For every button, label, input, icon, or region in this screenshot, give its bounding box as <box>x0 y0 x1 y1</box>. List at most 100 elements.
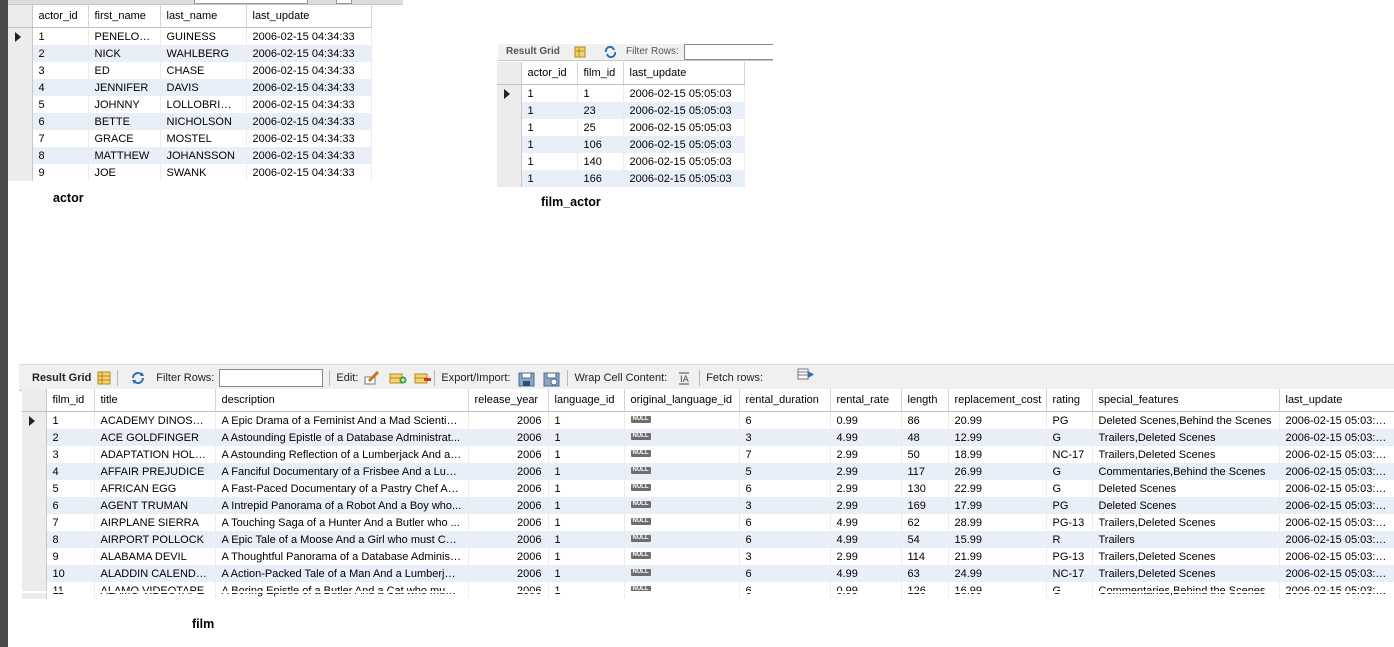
cell-rental-duration[interactable]: 6 <box>739 565 831 582</box>
cell-actor-id[interactable]: 1 <box>521 153 578 170</box>
column-header-actor-id[interactable]: actor_id <box>32 5 89 28</box>
cell-original-language-id[interactable]: NULL <box>624 480 740 497</box>
cell-release-year[interactable]: 2006 <box>468 514 549 531</box>
cell-last-update[interactable]: 2006-02-15 05:03:42 <box>1279 480 1394 497</box>
filter-rows-input-partial[interactable] <box>684 44 773 60</box>
cell-length[interactable]: 114 <box>901 548 949 565</box>
cell-film-id[interactable]: 166 <box>577 170 624 187</box>
import-icon[interactable] <box>543 371 560 386</box>
cell-original-language-id[interactable]: NULL <box>624 429 740 446</box>
table-row[interactable]: 3 ED CHASE 2006-02-15 04:34:33 <box>8 62 372 79</box>
cell-special-features[interactable]: Trailers,Deleted Scenes <box>1092 514 1280 531</box>
cell-last-update[interactable]: 2006-02-15 05:03:42 <box>1279 463 1394 480</box>
cell-last-update[interactable]: 2006-02-15 04:34:33 <box>246 79 372 96</box>
cell-language-id[interactable]: 1 <box>548 446 625 463</box>
cell-language-id[interactable]: 1 <box>548 531 625 548</box>
column-header-actor-id[interactable]: actor_id <box>521 62 578 85</box>
row-header[interactable] <box>22 548 47 565</box>
table-row[interactable]: 1 1 2006-02-15 05:05:03 <box>497 84 745 102</box>
row-header[interactable] <box>497 136 522 153</box>
cell-description[interactable]: A Fanciful Documentary of a Frisbee And … <box>215 463 469 480</box>
row-header[interactable] <box>8 113 33 130</box>
cell-original-language-id[interactable]: NULL <box>624 548 740 565</box>
column-header-first-name[interactable]: first_name <box>88 5 161 28</box>
cell-special-features[interactable]: Deleted Scenes <box>1092 497 1280 514</box>
cell-last-name[interactable]: CHASE <box>160 62 247 79</box>
refresh-icon[interactable] <box>130 371 145 385</box>
table-row[interactable]: 1 ACADEMY DINOSAUR A Epic Drama of a Femin… <box>22 411 1394 429</box>
cell-film-id[interactable]: 25 <box>577 119 624 136</box>
cell-special-features[interactable]: Deleted Scenes,Behind the Scenes <box>1092 411 1280 429</box>
row-header[interactable] <box>497 119 522 136</box>
cell-actor-id[interactable]: 1 <box>521 84 578 102</box>
cell-film-id[interactable]: 2 <box>46 429 95 446</box>
cell-language-id[interactable]: 1 <box>548 411 625 429</box>
cell-last-name[interactable]: WAHLBERG <box>160 45 247 62</box>
cell-rental-duration[interactable]: 6 <box>739 480 831 497</box>
cell-rental-rate[interactable]: 2.99 <box>830 480 902 497</box>
film-result-grid[interactable]: film_id title description release_year langu… <box>22 389 1394 599</box>
edit-pencil-icon[interactable] <box>364 370 380 385</box>
cell-release-year[interactable]: 2006 <box>468 531 549 548</box>
row-header[interactable] <box>22 429 47 446</box>
cell-rental-rate[interactable]: 4.99 <box>830 429 902 446</box>
cell-last-update[interactable]: 2006-02-15 04:34:33 <box>246 96 372 113</box>
cell-title[interactable]: ACE GOLDFINGER <box>94 429 216 446</box>
cell-rental-rate[interactable]: 4.99 <box>830 565 902 582</box>
row-header[interactable] <box>22 463 47 480</box>
cell-last-update[interactable]: 2006-02-15 05:05:03 <box>623 119 745 136</box>
cell-actor-id[interactable]: 9 <box>32 164 89 181</box>
actor-rows[interactable]: 1 PENELOPE GUINESS 2006-02-15 04:34:33 2 NICK… <box>8 27 372 181</box>
cell-title[interactable]: ACADEMY DINOSAUR <box>94 411 216 429</box>
cell-title[interactable]: AFRICAN EGG <box>94 480 216 497</box>
column-header-original-language-id[interactable]: original_language_id <box>624 389 740 412</box>
cell-description[interactable]: A Epic Drama of a Feminist And a Mad Sci… <box>215 411 469 429</box>
cell-film-id[interactable]: 3 <box>46 446 95 463</box>
table-row[interactable]: 5 AFRICAN EGG A Fast-Paced Documentary of … <box>22 480 1394 497</box>
cell-length[interactable]: 63 <box>901 565 949 582</box>
cell-language-id[interactable]: 1 <box>548 480 625 497</box>
cell-length[interactable]: 117 <box>901 463 949 480</box>
column-header-film-id[interactable]: film_id <box>577 62 624 85</box>
cell-original-language-id[interactable]: NULL <box>624 531 740 548</box>
table-row[interactable]: 5 JOHNNY LOLLOBRIGIDA 2006-02-15 04:34:33 <box>8 96 372 113</box>
table-row[interactable]: 1 PENELOPE GUINESS 2006-02-15 04:34:33 <box>8 27 372 45</box>
cell-rental-duration[interactable]: 6 <box>739 531 831 548</box>
table-row[interactable]: 6 AGENT TRUMAN A Intrepid Panorama of a Ro… <box>22 497 1394 514</box>
cell-replacement-cost[interactable]: 18.99 <box>948 446 1047 463</box>
column-header-special-features[interactable]: special_features <box>1092 389 1280 412</box>
cell-length[interactable]: 62 <box>901 514 949 531</box>
cell-rental-rate[interactable]: 0.99 <box>830 411 902 429</box>
cell-last-update[interactable]: 2006-02-15 05:03:42 <box>1279 514 1394 531</box>
cell-original-language-id[interactable]: NULL <box>624 463 740 480</box>
cell-film-id[interactable]: 1 <box>577 84 624 102</box>
cell-rental-duration[interactable]: 3 <box>739 548 831 565</box>
cell-title[interactable]: ADAPTATION HOLES <box>94 446 216 463</box>
cell-length[interactable]: 50 <box>901 446 949 463</box>
cell-rating[interactable]: PG <box>1046 497 1093 514</box>
cell-first-name[interactable]: MATTHEW <box>88 147 161 164</box>
cell-last-update[interactable]: 2006-02-15 05:03:42 <box>1279 411 1394 429</box>
cell-title[interactable]: ALADDIN CALENDAR <box>94 565 216 582</box>
row-header[interactable] <box>8 147 33 164</box>
column-header-title[interactable]: title <box>94 389 216 412</box>
cell-title[interactable]: AFFAIR PREJUDICE <box>94 463 216 480</box>
cell-length[interactable]: 169 <box>901 497 949 514</box>
cell-actor-id[interactable]: 8 <box>32 147 89 164</box>
cell-first-name[interactable]: NICK <box>88 45 161 62</box>
cell-rental-duration[interactable]: 3 <box>739 429 831 446</box>
cell-actor-id[interactable]: 2 <box>32 45 89 62</box>
cell-special-features[interactable]: Trailers <box>1092 531 1280 548</box>
cell-film-id[interactable]: 5 <box>46 480 95 497</box>
cell-title[interactable]: AGENT TRUMAN <box>94 497 216 514</box>
column-header-last-update[interactable]: last_update <box>623 62 745 85</box>
cell-last-update[interactable]: 2006-02-15 05:05:03 <box>623 170 745 187</box>
cell-last-name[interactable]: GUINESS <box>160 27 247 45</box>
cell-rating[interactable]: PG <box>1046 411 1093 429</box>
table-row[interactable]: 1 106 2006-02-15 05:05:03 <box>497 136 745 153</box>
cell-rental-rate[interactable]: 2.99 <box>830 463 902 480</box>
table-row[interactable]: 9 JOE SWANK 2006-02-15 04:34:33 <box>8 164 372 181</box>
cell-first-name[interactable]: JENNIFER <box>88 79 161 96</box>
cell-description[interactable]: A Touching Saga of a Hunter And a Butler… <box>215 514 469 531</box>
table-row[interactable]: 4 JENNIFER DAVIS 2006-02-15 04:34:33 <box>8 79 372 96</box>
